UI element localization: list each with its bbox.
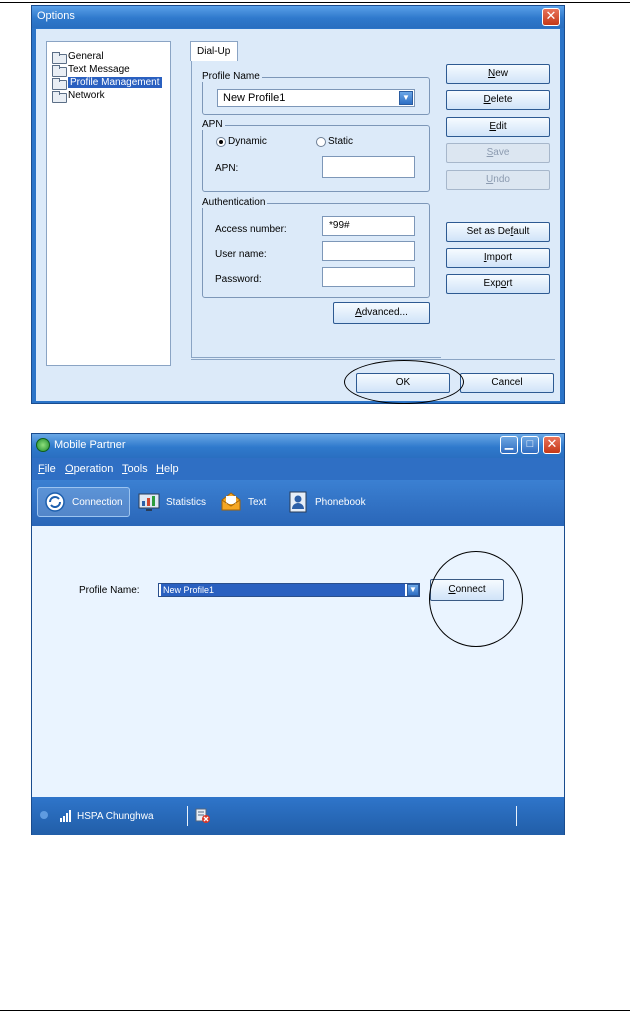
apn-label: APN: bbox=[215, 163, 239, 174]
tree-item-profile-management[interactable]: Profile Management bbox=[52, 76, 162, 90]
app-icon bbox=[36, 438, 50, 452]
profile-select-value: New Profile1 bbox=[161, 584, 405, 596]
password-input[interactable] bbox=[322, 267, 415, 287]
status-divider-right bbox=[516, 806, 517, 826]
page-top-rule bbox=[0, 2, 630, 3]
tree-item-label: Text Message bbox=[68, 64, 130, 75]
tab-text-label: Text bbox=[248, 496, 267, 508]
options-titlebar: Options ✕ bbox=[32, 6, 564, 28]
tab-text[interactable]: Text bbox=[220, 487, 266, 517]
radio-dynamic-label: Dynamic bbox=[228, 136, 267, 147]
profile-name-label: Profile Name: bbox=[79, 585, 140, 596]
mobile-partner-titlebar: Mobile Partner ▁ □ ✕ bbox=[32, 434, 564, 458]
export-button[interactable]: Export bbox=[446, 274, 550, 294]
tree-item-label: Profile Management bbox=[68, 77, 162, 88]
apn-group-title: APN bbox=[202, 119, 225, 130]
profile-name-group: Profile Name New Profile1 ▼ bbox=[202, 71, 430, 115]
profile-name-group-title: Profile Name bbox=[202, 71, 262, 82]
dial-up-panel: Profile Name New Profile1 ▼ APN Dynamic … bbox=[191, 61, 441, 358]
mobile-partner-title: Mobile Partner bbox=[54, 439, 126, 451]
delete-button[interactable]: Delete bbox=[446, 90, 550, 110]
status-dot-icon bbox=[40, 811, 48, 819]
tab-connection-label: Connection bbox=[72, 496, 123, 508]
tab-connection[interactable]: Connection bbox=[37, 487, 130, 517]
authentication-group: Authentication Access number: *99# User … bbox=[202, 197, 430, 298]
tab-statistics-label: Statistics bbox=[166, 496, 207, 508]
radio-static-label: Static bbox=[328, 136, 354, 147]
highlight-ellipse-connect bbox=[429, 551, 523, 647]
close-icon[interactable]: ✕ bbox=[543, 436, 561, 454]
signal-strength-icon bbox=[60, 810, 73, 822]
statistics-icon bbox=[138, 491, 160, 513]
save-button[interactable]: Save bbox=[446, 143, 550, 163]
envelope-icon bbox=[220, 491, 242, 513]
phonebook-icon bbox=[287, 491, 309, 513]
menu-operation[interactable]: Operation bbox=[65, 463, 113, 475]
edit-button[interactable]: Edit bbox=[446, 117, 550, 137]
footer-divider bbox=[191, 359, 555, 360]
chevron-down-icon[interactable]: ▼ bbox=[407, 584, 419, 596]
close-icon[interactable]: ✕ bbox=[542, 8, 560, 26]
sms-error-icon[interactable] bbox=[195, 808, 211, 824]
access-number-input[interactable]: *99# bbox=[322, 216, 415, 236]
profile-select[interactable]: New Profile1 ▼ bbox=[158, 583, 420, 597]
options-dialog: Options ✕ General Text Message Profile M… bbox=[31, 5, 565, 404]
tab-dial-up[interactable]: Dial-Up bbox=[190, 41, 238, 61]
user-name-input[interactable] bbox=[322, 241, 415, 261]
user-name-label: User name: bbox=[215, 249, 267, 260]
open-folder-icon bbox=[52, 77, 67, 90]
profile-select[interactable]: New Profile1 ▼ bbox=[217, 89, 415, 107]
tree-item-network[interactable]: Network bbox=[52, 89, 105, 103]
highlight-ellipse-ok bbox=[344, 360, 464, 404]
access-number-label: Access number: bbox=[215, 224, 287, 235]
apn-group: APN Dynamic Static APN: bbox=[202, 119, 430, 192]
options-client-area: General Text Message Profile Management … bbox=[36, 29, 560, 404]
tab-phonebook-label: Phonebook bbox=[315, 496, 366, 508]
options-title: Options bbox=[37, 10, 75, 22]
folder-icon bbox=[52, 51, 67, 64]
folder-icon bbox=[52, 64, 67, 77]
connection-icon bbox=[44, 491, 66, 513]
mobile-partner-window: Mobile Partner ▁ □ ✕ File Operation Tool… bbox=[31, 433, 565, 835]
radio-dynamic[interactable] bbox=[216, 137, 226, 147]
menu-file[interactable]: File bbox=[38, 463, 56, 475]
status-divider bbox=[187, 806, 188, 826]
tree-item-label: Network bbox=[68, 90, 105, 101]
menu-tools[interactable]: Tools bbox=[122, 463, 148, 475]
main-toolbar: Connection Statistics Text Phonebook bbox=[32, 480, 564, 526]
advanced-button[interactable]: Advanced... bbox=[333, 302, 430, 324]
tree-item-text-message[interactable]: Text Message bbox=[52, 63, 130, 77]
tab-statistics[interactable]: Statistics bbox=[138, 487, 206, 517]
folder-icon bbox=[52, 90, 67, 103]
tab-phonebook[interactable]: Phonebook bbox=[287, 487, 366, 517]
status-bar: HSPA Chunghwa bbox=[32, 797, 564, 835]
apn-input[interactable] bbox=[322, 156, 415, 178]
chevron-down-icon[interactable]: ▼ bbox=[399, 91, 413, 105]
maximize-icon[interactable]: □ bbox=[521, 436, 539, 454]
new-button[interactable]: New bbox=[446, 64, 550, 84]
set-as-default-button[interactable]: Set as Default bbox=[446, 222, 550, 242]
options-nav-tree: General Text Message Profile Management … bbox=[46, 41, 171, 366]
profile-select-value: New Profile1 bbox=[223, 92, 286, 104]
cancel-button[interactable]: Cancel bbox=[460, 373, 554, 393]
connection-panel: Profile Name: New Profile1 ▼ Connect bbox=[32, 526, 564, 797]
authentication-group-title: Authentication bbox=[202, 197, 268, 208]
undo-button[interactable]: Undo bbox=[446, 170, 550, 190]
password-label: Password: bbox=[215, 274, 262, 285]
minimize-icon[interactable]: ▁ bbox=[500, 436, 518, 454]
menu-help[interactable]: Help bbox=[156, 463, 179, 475]
network-name: HSPA Chunghwa bbox=[77, 811, 154, 822]
menu-bar: File Operation Tools Help bbox=[32, 458, 564, 480]
import-button[interactable]: Import bbox=[446, 248, 550, 268]
radio-static[interactable] bbox=[316, 137, 326, 147]
tree-item-label: General bbox=[68, 51, 104, 62]
tree-item-general[interactable]: General bbox=[52, 50, 104, 64]
page-bottom-rule bbox=[0, 1010, 630, 1011]
